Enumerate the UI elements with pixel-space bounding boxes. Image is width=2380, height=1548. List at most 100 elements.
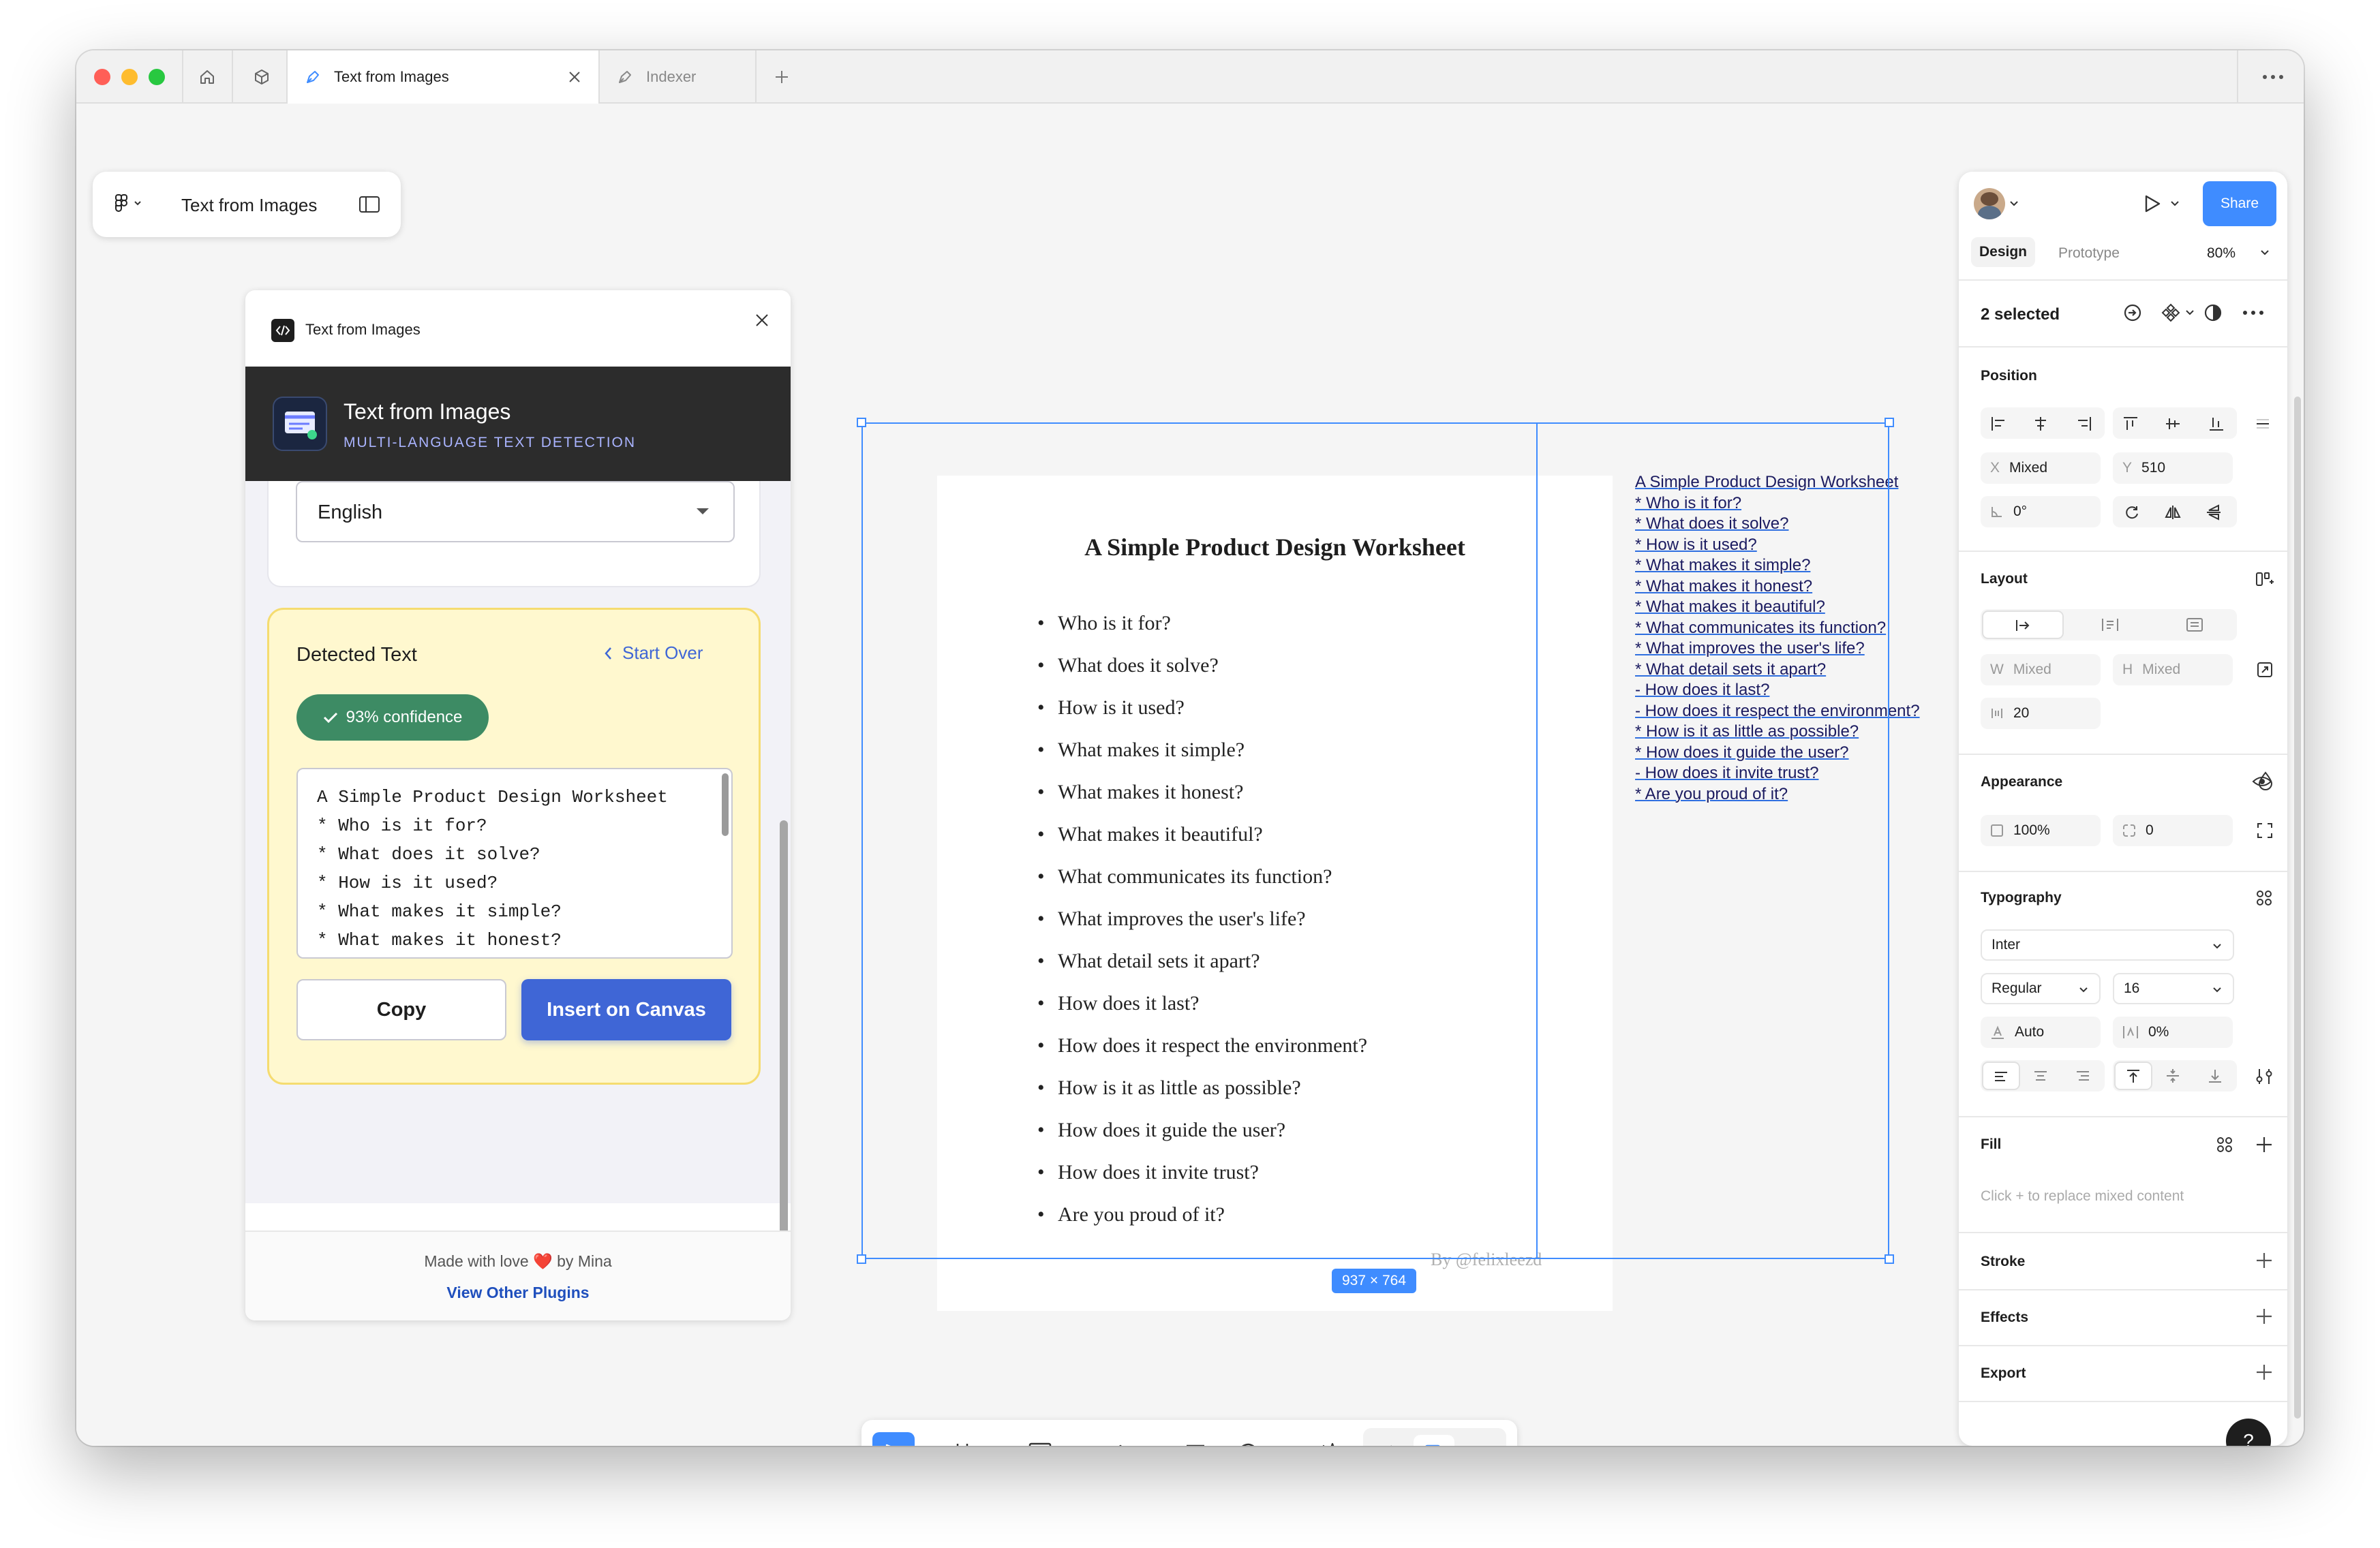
plugin-header-title: Text from Images	[344, 399, 511, 424]
tab-text-from-images[interactable]: Text from Images	[288, 50, 598, 104]
type-settings-icon[interactable]	[2255, 1067, 2274, 1086]
community-icon[interactable]	[252, 50, 271, 104]
resize-handle-bottom-left[interactable]	[857, 1254, 866, 1264]
chevron-down-icon[interactable]	[2170, 200, 2180, 207]
flip-horizontal-icon[interactable]	[2165, 504, 2181, 521]
rectangle-tool-icon[interactable]	[1028, 1442, 1052, 1446]
close-window-button[interactable]	[94, 69, 110, 85]
more-options-icon[interactable]	[2242, 309, 2264, 316]
align-right-icon[interactable]	[2076, 416, 2092, 432]
resize-handle-bottom-right[interactable]	[1885, 1254, 1894, 1264]
avatar[interactable]	[1974, 188, 2005, 219]
minimize-window-button[interactable]	[121, 69, 138, 85]
add-fill-icon[interactable]	[2255, 1135, 2274, 1154]
layout-horizontal-button[interactable]	[1982, 610, 2064, 639]
corner-radius-field[interactable]: 0	[2113, 815, 2233, 846]
detected-text-area[interactable]: A Simple Product Design Worksheet * Who …	[296, 768, 733, 959]
resize-handle-top-right[interactable]	[1885, 418, 1894, 427]
share-button[interactable]: Share	[2203, 181, 2276, 226]
start-over-button[interactable]: Start Over	[603, 643, 703, 664]
y-position-field[interactable]: Y 510	[2113, 452, 2233, 484]
text-align-center-icon[interactable]	[2032, 1068, 2049, 1084]
align-bottom-icon[interactable]	[2208, 416, 2225, 432]
boolean-ops-icon[interactable]	[2122, 303, 2143, 323]
resize-to-fit-icon[interactable]	[2256, 661, 2274, 679]
auto-layout-icon[interactable]	[2255, 570, 2274, 589]
gap-field[interactable]: 20	[1981, 698, 2101, 729]
font-family-select[interactable]: Inter	[1981, 929, 2234, 961]
tab-indexer[interactable]: Indexer	[600, 50, 755, 104]
frame-tool-icon[interactable]	[950, 1442, 975, 1446]
resize-handle-top-left[interactable]	[857, 418, 866, 427]
text-align-left-button[interactable]	[1982, 1062, 2020, 1090]
tab-design[interactable]: Design	[1971, 237, 2035, 267]
plugin-scrollbar[interactable]	[780, 820, 788, 1278]
line-height-field[interactable]: Auto	[1981, 1017, 2101, 1048]
height-field[interactable]: H Mixed	[2113, 654, 2233, 685]
rotate-icon[interactable]	[2124, 504, 2140, 521]
x-position-field[interactable]: X Mixed	[1981, 452, 2101, 484]
layout-wrap-icon[interactable]	[2101, 617, 2120, 633]
file-name[interactable]: Text from Images	[181, 195, 317, 216]
align-left-icon[interactable]	[1990, 416, 2007, 432]
rotation-field[interactable]: 0°	[1981, 496, 2101, 527]
close-tab-icon[interactable]	[567, 69, 582, 84]
zoom-level[interactable]: 80%	[2207, 245, 2236, 262]
panel-scrollbar[interactable]	[2294, 397, 2301, 1419]
close-plugin-icon[interactable]	[752, 311, 772, 330]
comment-tool-icon[interactable]	[1236, 1442, 1261, 1446]
letter-spacing-field[interactable]: 0%	[2113, 1017, 2233, 1048]
add-stroke-icon[interactable]	[2255, 1251, 2274, 1270]
sidebar-toggle-icon[interactable]	[358, 196, 380, 213]
component-icon[interactable]	[2161, 303, 2181, 323]
opacity-field[interactable]: 100%	[1981, 815, 2101, 846]
new-tab-plus-icon[interactable]	[773, 50, 791, 104]
draw-mode-icon[interactable]	[1374, 1442, 1399, 1446]
y-value: 510	[2141, 460, 2166, 476]
language-select[interactable]: English	[296, 481, 735, 542]
text-align-bottom-icon[interactable]	[2207, 1068, 2223, 1084]
add-export-icon[interactable]	[2255, 1363, 2274, 1382]
fill-styles-icon[interactable]	[2215, 1135, 2234, 1154]
pen-tool-icon[interactable]	[1105, 1442, 1130, 1446]
home-icon[interactable]	[198, 50, 217, 104]
font-weight-select[interactable]: Regular	[1981, 973, 2101, 1004]
chevron-down-icon[interactable]	[2009, 200, 2019, 207]
font-size-field[interactable]: 16	[2113, 973, 2234, 1004]
ai-actions-icon[interactable]	[1314, 1442, 1339, 1446]
flip-vertical-icon[interactable]	[2206, 504, 2222, 521]
more-options-icon[interactable]	[2261, 50, 2285, 104]
align-top-icon[interactable]	[2122, 416, 2139, 432]
opacity-icon	[1990, 824, 2004, 837]
add-effect-icon[interactable]	[2255, 1307, 2274, 1326]
mask-icon[interactable]	[2203, 303, 2223, 323]
align-middle-icon[interactable]	[2165, 416, 2181, 432]
drop-icon[interactable]	[2257, 771, 2274, 790]
align-center-horizontal-icon[interactable]	[2032, 416, 2049, 432]
view-other-plugins-link[interactable]: View Other Plugins	[245, 1284, 791, 1302]
canvas[interactable]: Text from Images Text from Images Text f…	[76, 104, 2304, 1446]
width-field[interactable]: W Mixed	[1981, 654, 2101, 685]
chevron-down-icon[interactable]	[2185, 309, 2195, 316]
text-styles-icon[interactable]	[2255, 888, 2274, 908]
copy-button[interactable]: Copy	[296, 979, 506, 1040]
tab-prototype[interactable]: Prototype	[2058, 245, 2120, 262]
language-card: English	[267, 481, 761, 587]
figma-menu-icon[interactable]	[115, 194, 146, 214]
distribute-icon[interactable]	[2255, 416, 2271, 432]
design-mode-button[interactable]	[1414, 1435, 1454, 1446]
move-tool-button[interactable]	[872, 1432, 915, 1446]
dev-mode-icon[interactable]	[1467, 1442, 1491, 1446]
zoom-window-button[interactable]	[149, 69, 165, 85]
layout-grid-icon[interactable]	[2185, 617, 2204, 633]
insert-on-canvas-button[interactable]: Insert on Canvas	[521, 979, 731, 1040]
independent-corners-icon[interactable]	[2256, 822, 2274, 839]
text-align-middle-icon[interactable]	[2165, 1068, 2181, 1084]
play-icon[interactable]	[2141, 194, 2162, 214]
textarea-scrollbar[interactable]	[722, 773, 729, 836]
chevron-down-icon[interactable]	[2260, 249, 2270, 256]
text-align-top-button[interactable]	[2114, 1062, 2152, 1090]
text-align-right-icon[interactable]	[2075, 1068, 2091, 1084]
text-tool-icon[interactable]	[1183, 1442, 1208, 1446]
selection-box[interactable]	[861, 422, 1889, 1259]
